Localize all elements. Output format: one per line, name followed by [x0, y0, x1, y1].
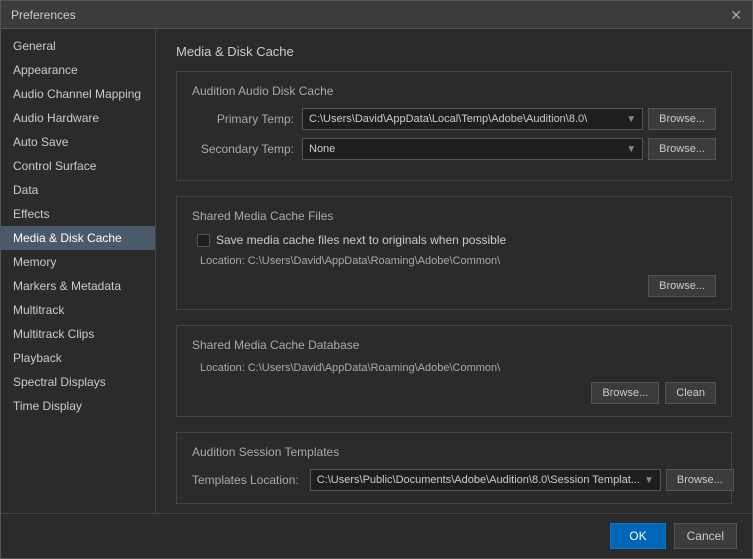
- main-panel: Media & Disk Cache Audition Audio Disk C…: [156, 29, 752, 513]
- sidebar-item-multitrack-clips[interactable]: Multitrack Clips: [1, 322, 155, 346]
- preferences-window: Preferences ✕ GeneralAppearanceAudio Cha…: [0, 0, 753, 559]
- primary-temp-row: Primary Temp: C:\Users\David\AppData\Loc…: [192, 108, 716, 130]
- primary-temp-input-wrap: C:\Users\David\AppData\Local\Temp\Adobe\…: [302, 108, 716, 130]
- sidebar-item-playback[interactable]: Playback: [1, 346, 155, 370]
- audio-disk-cache-title: Audition Audio Disk Cache: [192, 84, 716, 98]
- title-bar: Preferences ✕: [1, 1, 752, 29]
- shared-media-cache-database-browse-button[interactable]: Browse...: [591, 382, 659, 404]
- section-title: Media & Disk Cache: [176, 44, 732, 59]
- ok-button[interactable]: OK: [610, 523, 665, 549]
- audition-session-templates-group: Audition Session Templates Templates Loc…: [176, 432, 732, 504]
- save-media-cache-row: Save media cache files next to originals…: [192, 233, 716, 247]
- shared-media-cache-files-browse-button[interactable]: Browse...: [648, 275, 716, 297]
- audition-session-templates-title: Audition Session Templates: [192, 445, 716, 459]
- sidebar-item-markers-metadata[interactable]: Markers & Metadata: [1, 274, 155, 298]
- save-media-cache-label: Save media cache files next to originals…: [216, 233, 506, 247]
- sidebar: GeneralAppearanceAudio Channel MappingAu…: [1, 29, 156, 513]
- shared-media-cache-database-group: Shared Media Cache Database Location: C:…: [176, 325, 732, 417]
- primary-temp-dropdown-arrow: ▼: [626, 114, 636, 125]
- templates-location-value: C:\Users\Public\Documents\Adobe\Audition…: [317, 474, 640, 486]
- content-area: GeneralAppearanceAudio Channel MappingAu…: [1, 29, 752, 513]
- save-media-cache-checkbox[interactable]: [197, 234, 210, 247]
- secondary-temp-label: Secondary Temp:: [192, 142, 302, 156]
- shared-media-cache-files-group: Shared Media Cache Files Save media cach…: [176, 196, 732, 310]
- primary-temp-dropdown[interactable]: C:\Users\David\AppData\Local\Temp\Adobe\…: [302, 108, 643, 130]
- sidebar-item-media-disk-cache[interactable]: Media & Disk Cache: [1, 226, 155, 250]
- templates-location-dropdown[interactable]: C:\Users\Public\Documents\Adobe\Audition…: [310, 469, 661, 491]
- templates-location-label: Templates Location:: [192, 473, 299, 487]
- templates-browse-button[interactable]: Browse...: [666, 469, 734, 491]
- primary-temp-label: Primary Temp:: [192, 112, 302, 126]
- audition-audio-disk-cache-group: Audition Audio Disk Cache Primary Temp: …: [176, 71, 732, 181]
- sidebar-item-appearance[interactable]: Appearance: [1, 58, 155, 82]
- primary-temp-browse-button[interactable]: Browse...: [648, 108, 716, 130]
- close-button[interactable]: ✕: [730, 8, 742, 22]
- secondary-temp-browse-button[interactable]: Browse...: [648, 138, 716, 160]
- secondary-temp-dropdown[interactable]: None ▼: [302, 138, 643, 160]
- sidebar-item-effects[interactable]: Effects: [1, 202, 155, 226]
- secondary-temp-value: None: [309, 143, 622, 155]
- sidebar-item-audio-hardware[interactable]: Audio Hardware: [1, 106, 155, 130]
- shared-media-cache-files-title: Shared Media Cache Files: [192, 209, 716, 223]
- sidebar-item-multitrack[interactable]: Multitrack: [1, 298, 155, 322]
- shared-media-cache-database-location: Location: C:\Users\David\AppData\Roaming…: [192, 362, 716, 374]
- sidebar-item-auto-save[interactable]: Auto Save: [1, 130, 155, 154]
- sidebar-item-time-display[interactable]: Time Display: [1, 394, 155, 418]
- footer: OK Cancel: [1, 513, 752, 558]
- secondary-temp-row: Secondary Temp: None ▼ Browse...: [192, 138, 716, 160]
- cancel-button[interactable]: Cancel: [674, 523, 737, 549]
- primary-temp-value: C:\Users\David\AppData\Local\Temp\Adobe\…: [309, 113, 622, 125]
- window-title: Preferences: [11, 8, 76, 22]
- shared-media-cache-files-location: Location: C:\Users\David\AppData\Roaming…: [192, 255, 716, 267]
- secondary-temp-dropdown-arrow: ▼: [626, 144, 636, 155]
- templates-dropdown-arrow: ▼: [644, 475, 654, 486]
- sidebar-item-audio-channel-mapping[interactable]: Audio Channel Mapping: [1, 82, 155, 106]
- secondary-temp-input-wrap: None ▼ Browse...: [302, 138, 716, 160]
- sidebar-item-general[interactable]: General: [1, 34, 155, 58]
- sidebar-item-memory[interactable]: Memory: [1, 250, 155, 274]
- templates-location-row: Templates Location: C:\Users\Public\Docu…: [192, 469, 716, 491]
- clean-button[interactable]: Clean: [665, 382, 716, 404]
- sidebar-item-control-surface[interactable]: Control Surface: [1, 154, 155, 178]
- shared-media-cache-database-buttons-wrap: Browse... Clean: [192, 382, 716, 404]
- sidebar-item-spectral-displays[interactable]: Spectral Displays: [1, 370, 155, 394]
- shared-media-cache-database-title: Shared Media Cache Database: [192, 338, 716, 352]
- shared-media-cache-files-browse-wrap: Browse...: [192, 275, 716, 297]
- sidebar-item-data[interactable]: Data: [1, 178, 155, 202]
